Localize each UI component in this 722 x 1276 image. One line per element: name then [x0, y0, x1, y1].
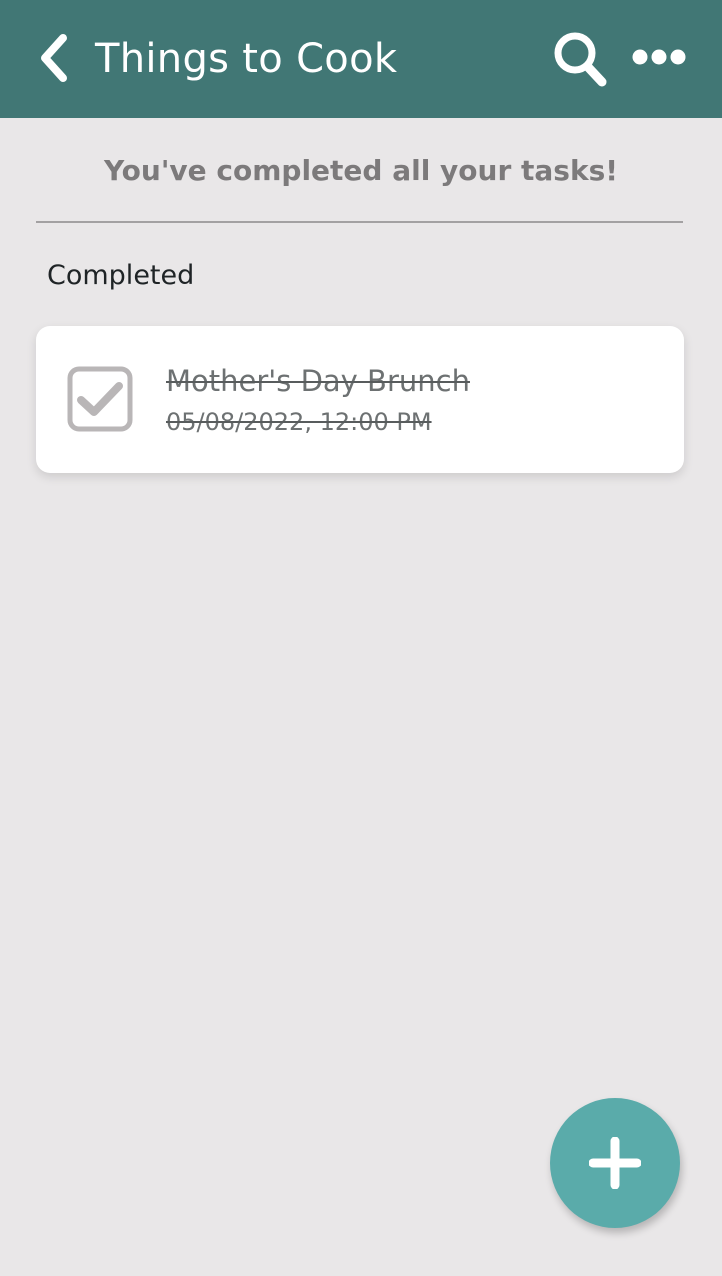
task-datetime: 05/08/2022, 12:00 PM: [166, 408, 432, 436]
plus-icon: [589, 1137, 641, 1189]
app-bar: Things to Cook: [0, 0, 722, 118]
task-checkbox[interactable]: [67, 366, 133, 432]
task-title: Mother's Day Brunch: [166, 364, 470, 398]
back-button[interactable]: [30, 30, 78, 86]
divider: [36, 221, 683, 223]
search-button[interactable]: [548, 27, 612, 91]
more-options-button[interactable]: [628, 34, 690, 80]
add-task-button[interactable]: [550, 1098, 680, 1228]
checkbox-checked-icon: [67, 366, 133, 432]
task-card[interactable]: Mother's Day Brunch 05/08/2022, 12:00 PM: [36, 326, 684, 473]
search-icon: [554, 32, 607, 87]
all-tasks-completed-message: You've completed all your tasks!: [103, 154, 619, 187]
page-title: Things to Cook: [95, 36, 398, 82]
more-horizontal-icon: [632, 49, 686, 65]
chevron-left-icon: [41, 34, 67, 82]
completed-section-label: Completed: [47, 260, 195, 291]
